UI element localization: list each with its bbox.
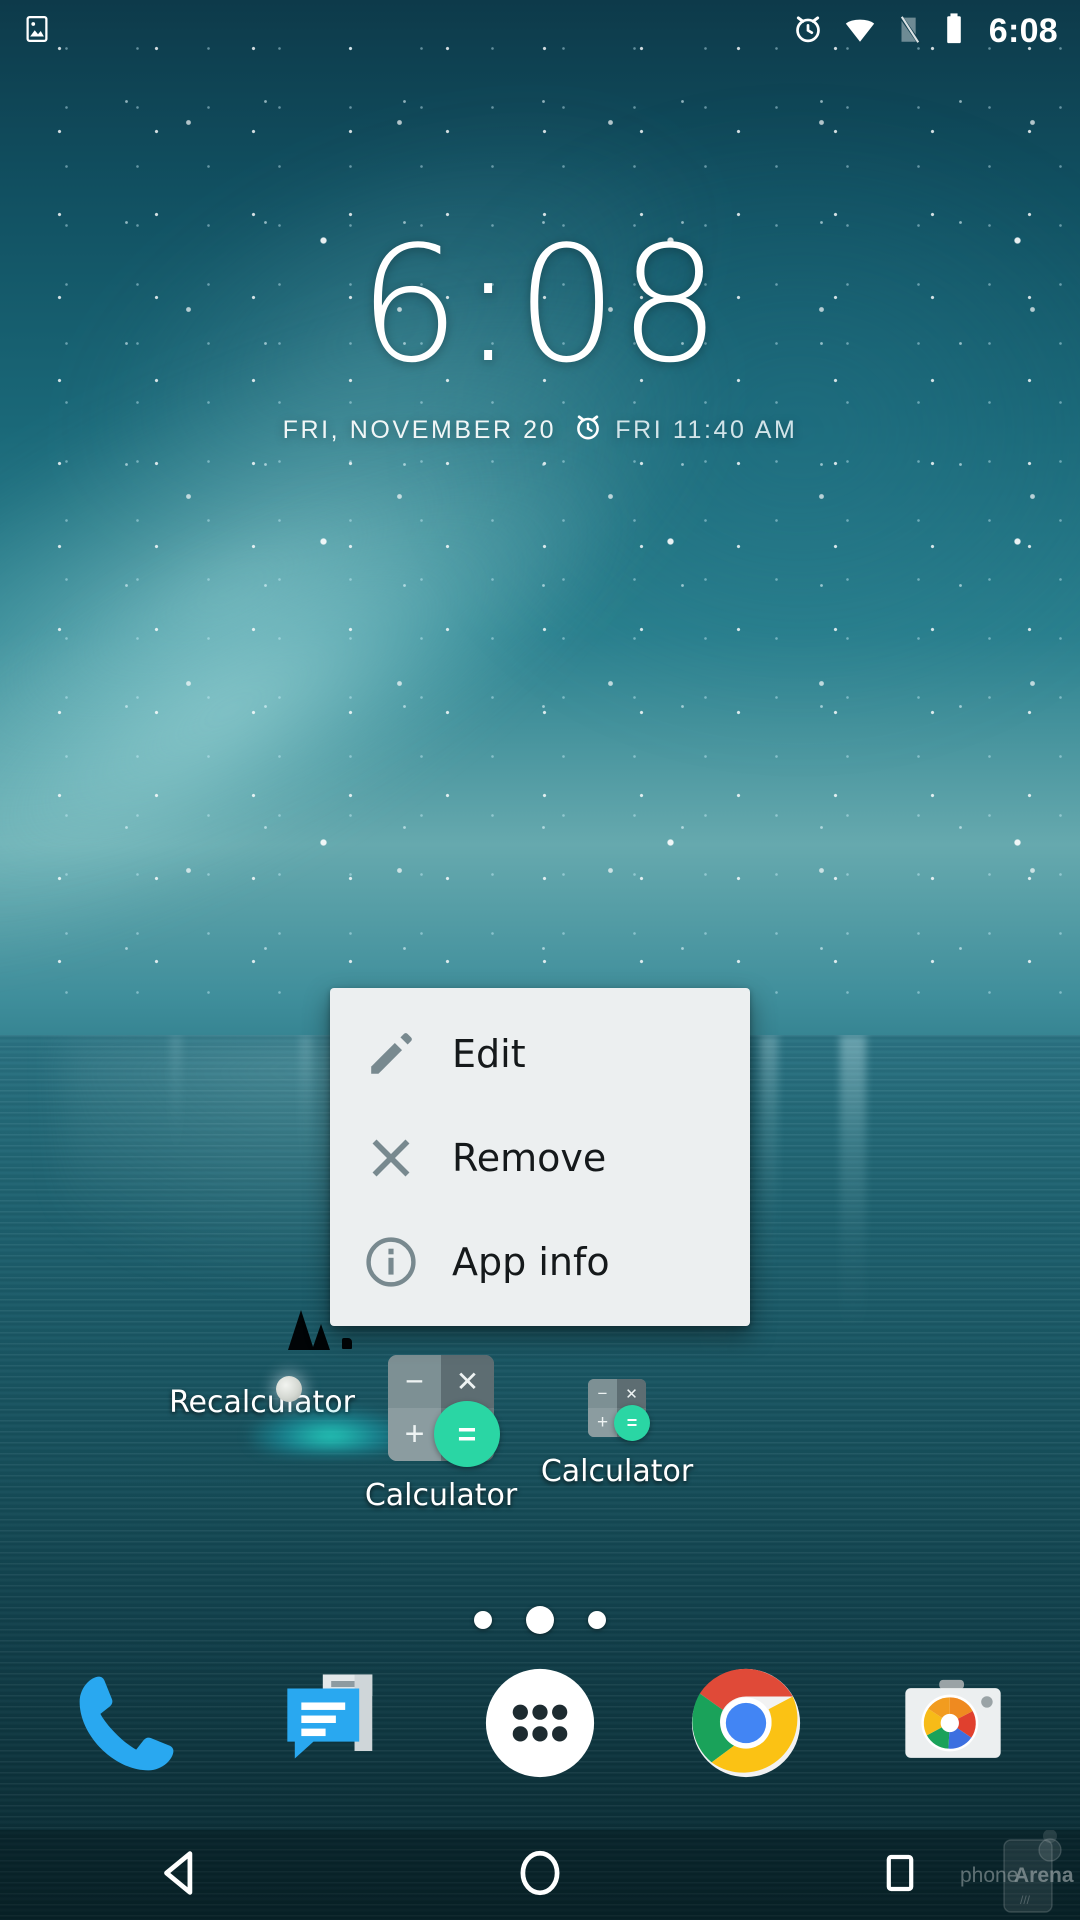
- dock-item-app-drawer[interactable]: [475, 1660, 605, 1790]
- status-bar-clock: 6:08: [988, 11, 1058, 50]
- clock-widget-time[interactable]: 6:08: [0, 225, 1080, 385]
- app-icon-calculator-small[interactable]: − ✕ + = Calculator: [502, 1355, 732, 1489]
- next-alarm-text: FRI 11:40 AM: [615, 416, 798, 444]
- close-x-icon: [362, 1129, 420, 1187]
- dock-item-camera[interactable]: [888, 1660, 1018, 1790]
- chrome-icon: [687, 1664, 805, 1787]
- app-drawer-icon: [481, 1664, 599, 1787]
- water-reflection-streak: [170, 1035, 182, 1165]
- signal-off-icon: [895, 12, 925, 51]
- calculator-icon[interactable]: − ✕ + =: [388, 1355, 500, 1467]
- page-dot-2-active[interactable]: [526, 1606, 554, 1634]
- svg-text:Arena: Arena: [1014, 1864, 1074, 1887]
- water-reflection-streak: [300, 1035, 312, 1185]
- dock-item-phone[interactable]: [62, 1660, 192, 1790]
- menu-item-edit-label: Edit: [452, 1032, 526, 1076]
- back-triangle-icon: [153, 1846, 207, 1905]
- messaging-icon: [278, 1667, 390, 1784]
- svg-text:phone: phone: [960, 1864, 1018, 1887]
- clock-widget-subline: FRI, NOVEMBER 20 FRI 11:40 AM: [0, 411, 1080, 450]
- page-indicator: [0, 1600, 1080, 1640]
- navigation-bar: phone Arena ///: [0, 1829, 1080, 1920]
- water-reflection-streak: [840, 1035, 866, 1335]
- dock: [0, 1650, 1080, 1800]
- info-circle-icon: [362, 1233, 420, 1291]
- dock-item-chrome[interactable]: [681, 1660, 811, 1790]
- phonearena-watermark: phone Arena ///: [958, 1829, 1076, 1914]
- water-reflection-streak: [760, 1035, 778, 1285]
- shortcut-context-menu[interactable]: Edit Remove App info: [330, 988, 750, 1326]
- clock-widget[interactable]: 6:08 FRI, NOVEMBER 20 FRI 11:40 AM: [0, 225, 1080, 450]
- clock-widget-date[interactable]: FRI, NOVEMBER 20: [283, 416, 557, 445]
- home-circle-icon: [513, 1846, 567, 1905]
- next-alarm-group[interactable]: FRI 11:40 AM: [572, 411, 797, 450]
- screenshot-icon: [22, 14, 52, 49]
- menu-item-app-info-label: App info: [452, 1240, 610, 1284]
- page-dot-3[interactable]: [588, 1611, 606, 1629]
- svg-text:///: ///: [1020, 1893, 1031, 1907]
- calculator-icon-small[interactable]: − ✕ + =: [588, 1379, 650, 1441]
- battery-icon: [943, 12, 965, 51]
- pencil-icon: [362, 1025, 420, 1083]
- back-button[interactable]: [0, 1846, 360, 1905]
- home-screen-icon-row: Recalculator − ✕ + = Calculator − ✕ + = …: [0, 1310, 1080, 1555]
- page-dot-1[interactable]: [474, 1611, 492, 1629]
- phone-icon: [69, 1665, 185, 1786]
- wifi-icon: [843, 12, 877, 51]
- app-label-calculator-small: Calculator: [540, 1454, 694, 1489]
- menu-item-edit[interactable]: Edit: [330, 1002, 750, 1106]
- recents-square-icon: [876, 1849, 924, 1902]
- menu-item-remove[interactable]: Remove: [330, 1106, 750, 1210]
- dock-item-messaging[interactable]: [269, 1660, 399, 1790]
- camera-icon: [898, 1668, 1008, 1783]
- home-button[interactable]: [360, 1846, 720, 1905]
- alarm-clock-icon: [572, 411, 604, 450]
- menu-item-remove-label: Remove: [452, 1136, 607, 1180]
- menu-item-app-info[interactable]: App info: [330, 1210, 750, 1314]
- alarm-icon: [791, 12, 825, 51]
- status-bar[interactable]: 6:08: [0, 0, 1080, 62]
